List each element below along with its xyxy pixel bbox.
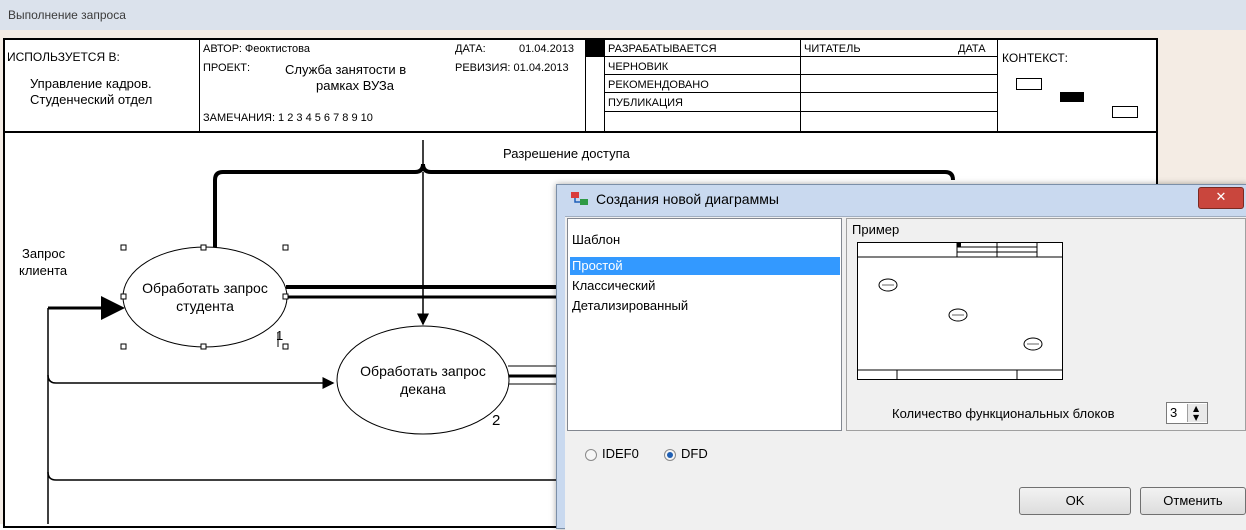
bottom-flow-line (47, 471, 560, 481)
cancel-button[interactable]: Отменить (1140, 487, 1246, 515)
blocks-count-stepper[interactable]: 3 ▲ ▼ (1166, 402, 1208, 424)
request-flow-label-line2[interactable]: клиента (19, 263, 67, 278)
stepper-up-icon[interactable]: ▲ (1193, 404, 1199, 413)
stepper-down-icon[interactable]: ▼ (1193, 413, 1199, 422)
template-item-classic[interactable]: Классический (570, 277, 840, 295)
blocks-count-label: Количество функциональных блоков (892, 406, 1115, 421)
process1-number: 1 (276, 328, 284, 343)
blocks-count-value[interactable]: 3 (1170, 405, 1177, 420)
idef0-label[interactable]: IDEF0 (602, 446, 639, 461)
process2-label-line2[interactable]: декана (337, 380, 509, 398)
diagram-app-icon (571, 192, 588, 205)
template-item-detailed[interactable]: Детализированный (570, 297, 840, 315)
idef0-radio[interactable] (585, 449, 597, 461)
dfd-radio[interactable] (664, 449, 676, 461)
dialog-title: Создания новой диаграммы (596, 191, 779, 207)
request-flow-label-line1[interactable]: Запрос (22, 246, 65, 261)
preview-thumbnail (857, 242, 1063, 380)
close-icon[interactable]: ✕ (1198, 187, 1244, 209)
ok-button[interactable]: OK (1019, 487, 1131, 515)
template-list[interactable]: Шаблон Простой Классический Детализирова… (567, 218, 842, 431)
request-to-process2-arrow (47, 374, 335, 389)
template-item-simple[interactable]: Простой (570, 257, 840, 275)
process2-number: 2 (492, 412, 501, 429)
access-flow-label[interactable]: Разрешение доступа (503, 146, 630, 161)
process1-label-line1[interactable]: Обработать запрос (123, 279, 287, 297)
process1-label-line2[interactable]: студента (123, 297, 287, 315)
process2-label-line1[interactable]: Обработать запрос (337, 362, 509, 380)
preview-label: Пример (852, 222, 900, 237)
template-list-header: Шаблон (572, 232, 621, 247)
dfd-label[interactable]: DFD (681, 446, 708, 461)
